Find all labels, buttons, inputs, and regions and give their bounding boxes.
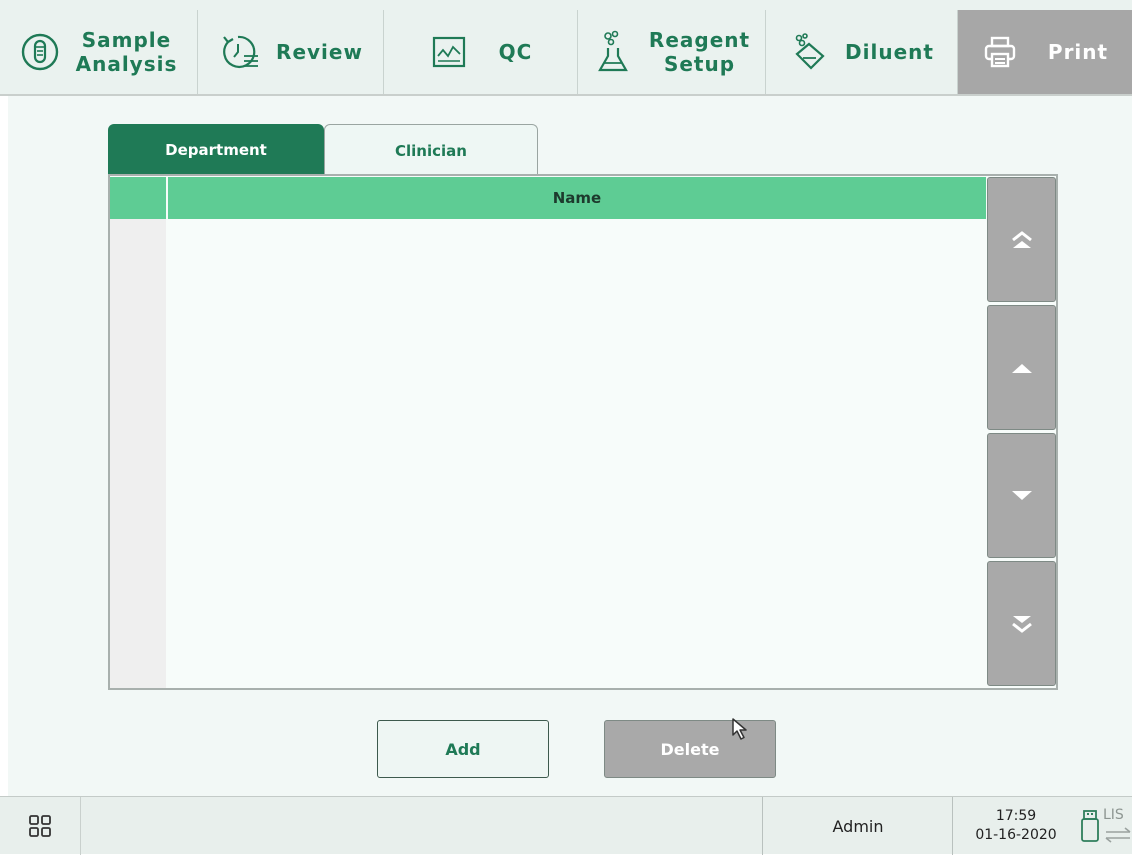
nav-print-label: Print	[1047, 40, 1109, 64]
transfer-arrows-icon	[1105, 827, 1131, 843]
lis-label: LIS	[1103, 807, 1124, 823]
mouse-cursor-icon	[732, 718, 747, 740]
chevron-up-icon	[1011, 363, 1032, 373]
nav-reagent-setup-label: Reagent Setup	[648, 28, 751, 76]
qc-chart-icon	[432, 36, 465, 68]
current-date: 01-16-2020	[975, 827, 1057, 843]
chevron-down-icon	[1011, 490, 1032, 500]
scroll-down-button[interactable]	[987, 433, 1056, 558]
top-navigation: Sample Analysis Review QC Reagent Setup …	[0, 0, 1132, 96]
flask-icon	[598, 30, 628, 72]
nav-print[interactable]: Print	[958, 10, 1132, 94]
index-column	[110, 219, 166, 688]
nav-qc[interactable]: QC	[384, 10, 578, 94]
printer-icon	[984, 36, 1016, 68]
nav-review[interactable]: Review	[198, 10, 384, 94]
diluent-bottle-icon	[795, 33, 825, 70]
nav-qc-label: QC	[498, 40, 533, 64]
double-chevron-down-icon	[1011, 615, 1032, 633]
current-user: Admin	[762, 797, 953, 855]
table-rows[interactable]	[168, 219, 986, 688]
scroll-up-button[interactable]	[987, 305, 1056, 430]
tab-department[interactable]: Department	[108, 124, 324, 176]
index-column-header	[110, 177, 166, 219]
date-time-display: 17:59 01-16-2020	[952, 797, 1079, 855]
nav-review-label: Review	[276, 40, 363, 64]
name-column-header: Name	[168, 177, 986, 219]
usb-icon	[1081, 810, 1099, 842]
current-time: 17:59	[995, 808, 1037, 824]
status-message-area	[80, 797, 761, 855]
review-history-icon	[223, 35, 259, 69]
grid-menu-icon	[29, 815, 51, 837]
main-menu-button[interactable]	[0, 797, 80, 855]
test-tube-icon	[21, 33, 58, 71]
scroll-top-button[interactable]	[987, 177, 1056, 302]
tab-clinician[interactable]: Clinician	[324, 124, 538, 176]
nav-sample-analysis[interactable]: Sample Analysis	[0, 10, 198, 94]
nav-diluent[interactable]: Diluent	[766, 10, 958, 94]
nav-sample-analysis-label: Sample Analysis	[75, 28, 178, 76]
status-bar: Admin 17:59 01-16-2020 LIS	[0, 796, 1132, 855]
nav-diluent-label: Diluent	[845, 40, 934, 64]
double-chevron-up-icon	[1011, 230, 1032, 248]
add-button[interactable]: Add	[377, 720, 549, 778]
scroll-bottom-button[interactable]	[987, 561, 1056, 686]
nav-reagent-setup[interactable]: Reagent Setup	[578, 10, 766, 94]
